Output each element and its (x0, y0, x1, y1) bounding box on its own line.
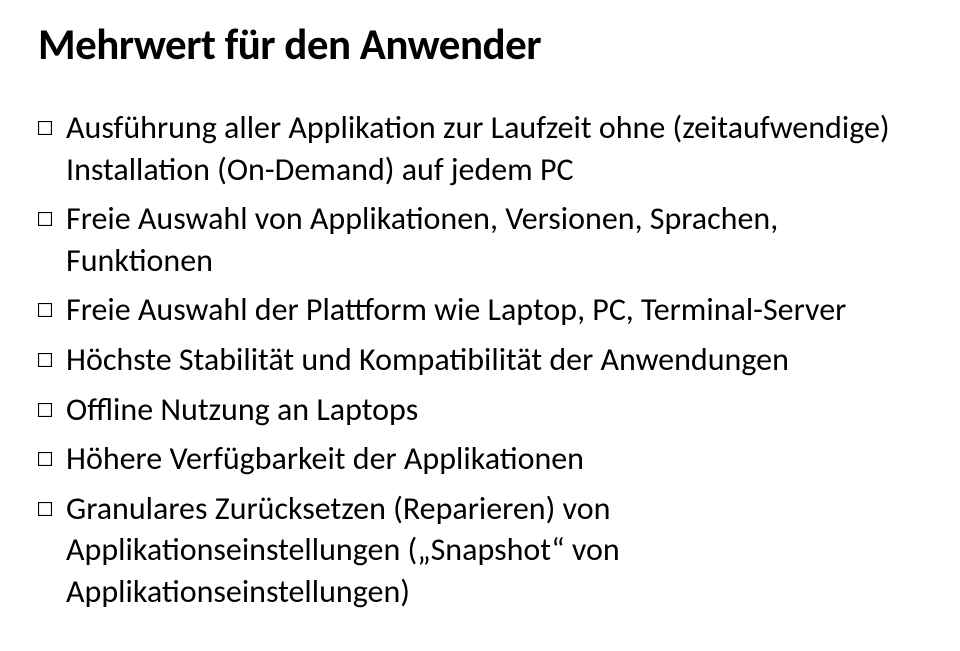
slide-title: Mehrwert für den Anwender (38, 18, 922, 71)
bullet-square-icon (38, 212, 52, 226)
bullet-text: Offline Nutzung an Laptops (66, 389, 922, 431)
list-item: Offline Nutzung an Laptops (38, 389, 922, 431)
list-item: Höhere Verfügbarkeit der Applikationen (38, 438, 922, 480)
bullet-square-icon (38, 452, 52, 466)
bullet-text: Ausführung aller Applikation zur Laufzei… (66, 107, 922, 190)
bullet-text: Höhere Verfügbarkeit der Applikationen (66, 438, 922, 480)
bullet-text: Freie Auswahl der Plattform wie Laptop, … (66, 289, 922, 331)
list-item: Freie Auswahl von Applikationen, Version… (38, 198, 922, 281)
bullet-text: Freie Auswahl von Applikationen, Version… (66, 198, 922, 281)
bullet-text: Granulares Zurücksetzen (Reparieren) von… (66, 488, 922, 613)
list-item: Freie Auswahl der Plattform wie Laptop, … (38, 289, 922, 331)
bullet-square-icon (38, 121, 52, 135)
bullet-square-icon (38, 353, 52, 367)
bullet-square-icon (38, 403, 52, 417)
list-item: Granulares Zurücksetzen (Reparieren) von… (38, 488, 922, 613)
bullet-list: Ausführung aller Applikation zur Laufzei… (38, 107, 922, 613)
list-item: Ausführung aller Applikation zur Laufzei… (38, 107, 922, 190)
bullet-square-icon (38, 502, 52, 516)
list-item: Höchste Stabilität und Kompatibilität de… (38, 339, 922, 381)
bullet-square-icon (38, 303, 52, 317)
bullet-text: Höchste Stabilität und Kompatibilität de… (66, 339, 922, 381)
